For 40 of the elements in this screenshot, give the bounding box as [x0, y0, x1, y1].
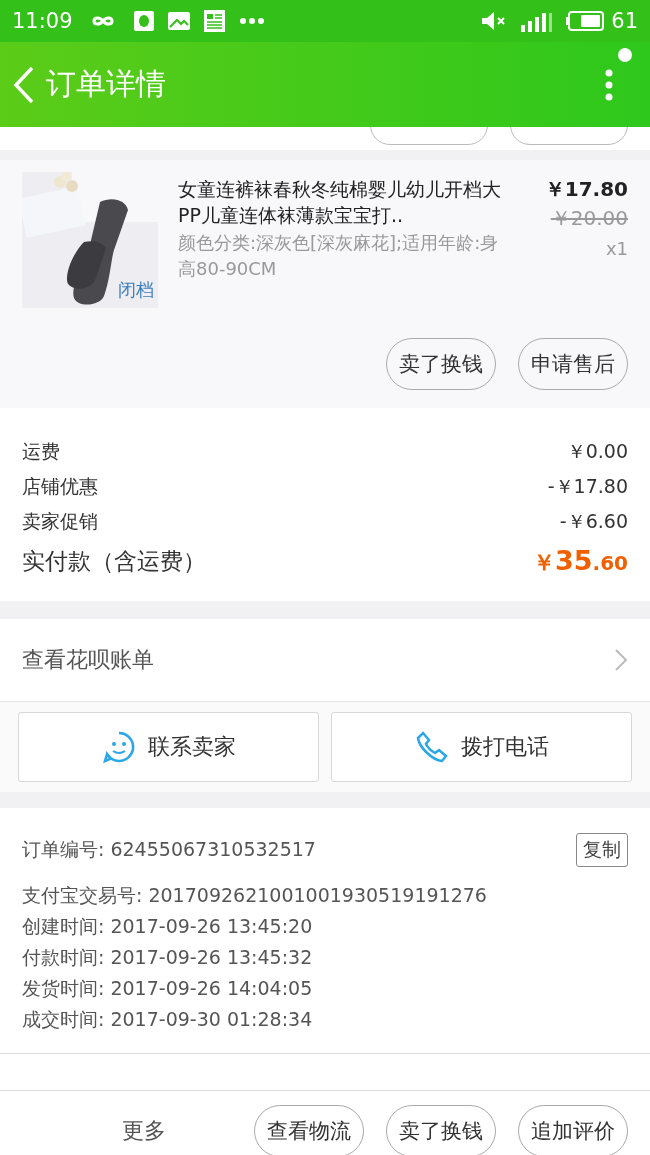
news-icon: [202, 9, 227, 33]
bill-label: 查看花呗账单: [22, 646, 154, 674]
menu-icon: [604, 67, 614, 102]
cost-label: 运费: [22, 438, 60, 464]
product-price: ￥17.80: [543, 176, 628, 203]
more-dots-icon: [238, 17, 265, 25]
copy-button[interactable]: 复制: [576, 833, 628, 867]
product-title: 女童连裤袜春秋冬纯棉婴儿幼儿开档大PP儿童连体袜薄款宝宝打..: [178, 177, 502, 228]
order-info-text: 成交时间: 2017-09-30 01:28:34: [22, 1006, 313, 1032]
total-amount: ￥35.60: [533, 544, 628, 578]
battery-level: 61: [611, 9, 638, 33]
cost-value: -￥17.80: [547, 473, 628, 499]
image-icon: [166, 11, 191, 31]
contact-button[interactable]: 联系卖家: [18, 712, 319, 782]
back-button[interactable]: [12, 64, 36, 105]
mute-icon: [481, 11, 508, 31]
order-info-text: 订单编号: 62455067310532517: [22, 837, 316, 862]
order-info-text: 支付宝交易号: 2017092621001001930519191276: [22, 882, 487, 908]
order-info-text: 付款时间: 2017-09-26 13:45:32: [22, 944, 313, 970]
quantity: x1: [604, 238, 628, 259]
menu-button[interactable]: [604, 67, 614, 102]
notification-dot: [618, 48, 632, 62]
more-button[interactable]: 更多: [116, 1115, 172, 1147]
chevron-right-icon: [614, 648, 628, 672]
phone-icon: [414, 730, 449, 764]
contact-button[interactable]: 拨打电话: [331, 712, 632, 782]
battery-icon: [565, 11, 606, 31]
page-title: 订单详情: [46, 65, 166, 103]
clock-time: 11:09: [12, 9, 73, 33]
cost-label: 卖家促销: [22, 508, 98, 534]
cost-value: -￥6.60: [559, 508, 628, 534]
image-caption: 闭档: [118, 278, 154, 302]
cost-value: ￥0.00: [566, 438, 628, 464]
cost-label: 店铺优惠: [22, 473, 98, 499]
original-price: ￥20.00: [549, 205, 628, 232]
order-info-text: 发货时间: 2017-09-26 14:04:05: [22, 975, 313, 1001]
chat-face-icon: [101, 730, 136, 764]
order-info-text: 创建时间: 2017-09-26 13:45:20: [22, 913, 313, 939]
total-label: 实付款（含运费）: [22, 546, 206, 576]
product-spec: 颜色分类:深灰色[深灰麻花];适用年龄:身高80-90CM: [178, 231, 500, 281]
